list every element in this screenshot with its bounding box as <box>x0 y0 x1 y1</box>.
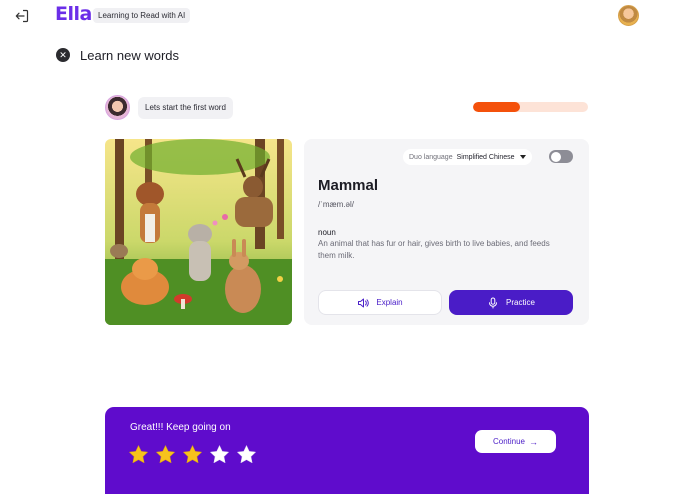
star-filled-icon <box>129 445 148 463</box>
progress-bar <box>473 102 588 112</box>
star-rating <box>128 444 263 465</box>
duo-language-label: Duo language <box>409 153 453 161</box>
tutor-avatar-icon <box>105 95 130 120</box>
arrow-right-icon: → <box>529 436 539 447</box>
continue-label: Continue <box>492 437 526 446</box>
top-bar: Ella Learning to Read with AI <box>0 0 694 32</box>
feedback-message: Great!!! Keep going on <box>130 422 231 433</box>
microphone-icon <box>489 297 498 308</box>
logout-icon[interactable] <box>14 8 30 24</box>
close-icon[interactable]: ✕ <box>56 48 70 62</box>
caret-down-icon <box>519 155 526 159</box>
progress-fill <box>473 102 521 112</box>
phonetic-transcription: /ˈmæm.əl/ <box>318 200 354 209</box>
star-filled-icon <box>183 445 202 463</box>
feedback-banner: Great!!! Keep going on Continue → <box>105 407 589 494</box>
tutor-message: Lets start the first word <box>138 97 233 119</box>
page-title: Learn new words <box>80 47 179 63</box>
continue-button[interactable]: Continue → <box>475 430 556 453</box>
app-logo[interactable]: Ella <box>55 3 92 25</box>
page-heading-row: ✕ Learn new words <box>56 46 179 64</box>
duo-language-select[interactable]: Duo language Simplified Chinese <box>403 149 532 165</box>
speaker-icon <box>358 298 370 307</box>
duo-language-toggle[interactable] <box>549 150 573 163</box>
explain-label: Explain <box>376 298 403 307</box>
star-empty-icon <box>237 445 256 463</box>
vocabulary-word: Mammal <box>318 177 379 194</box>
duo-language-value: Simplified Chinese <box>456 153 515 161</box>
user-avatar-icon[interactable] <box>618 5 639 26</box>
toggle-knob <box>550 151 561 162</box>
app-tagline: Learning to Read with AI <box>93 8 191 23</box>
practice-button[interactable]: Practice <box>449 290 573 315</box>
practice-label: Practice <box>506 298 535 307</box>
part-of-speech: noun <box>318 228 336 237</box>
word-definition: An animal that has fur or hair, gives bi… <box>318 239 550 260</box>
star-empty-icon <box>210 445 229 463</box>
star-filled-icon <box>156 445 175 463</box>
explain-button[interactable]: Explain <box>318 290 442 315</box>
word-card: Duo language Simplified Chinese Mammal /… <box>304 139 589 325</box>
forest-animals-illustration <box>105 139 292 325</box>
